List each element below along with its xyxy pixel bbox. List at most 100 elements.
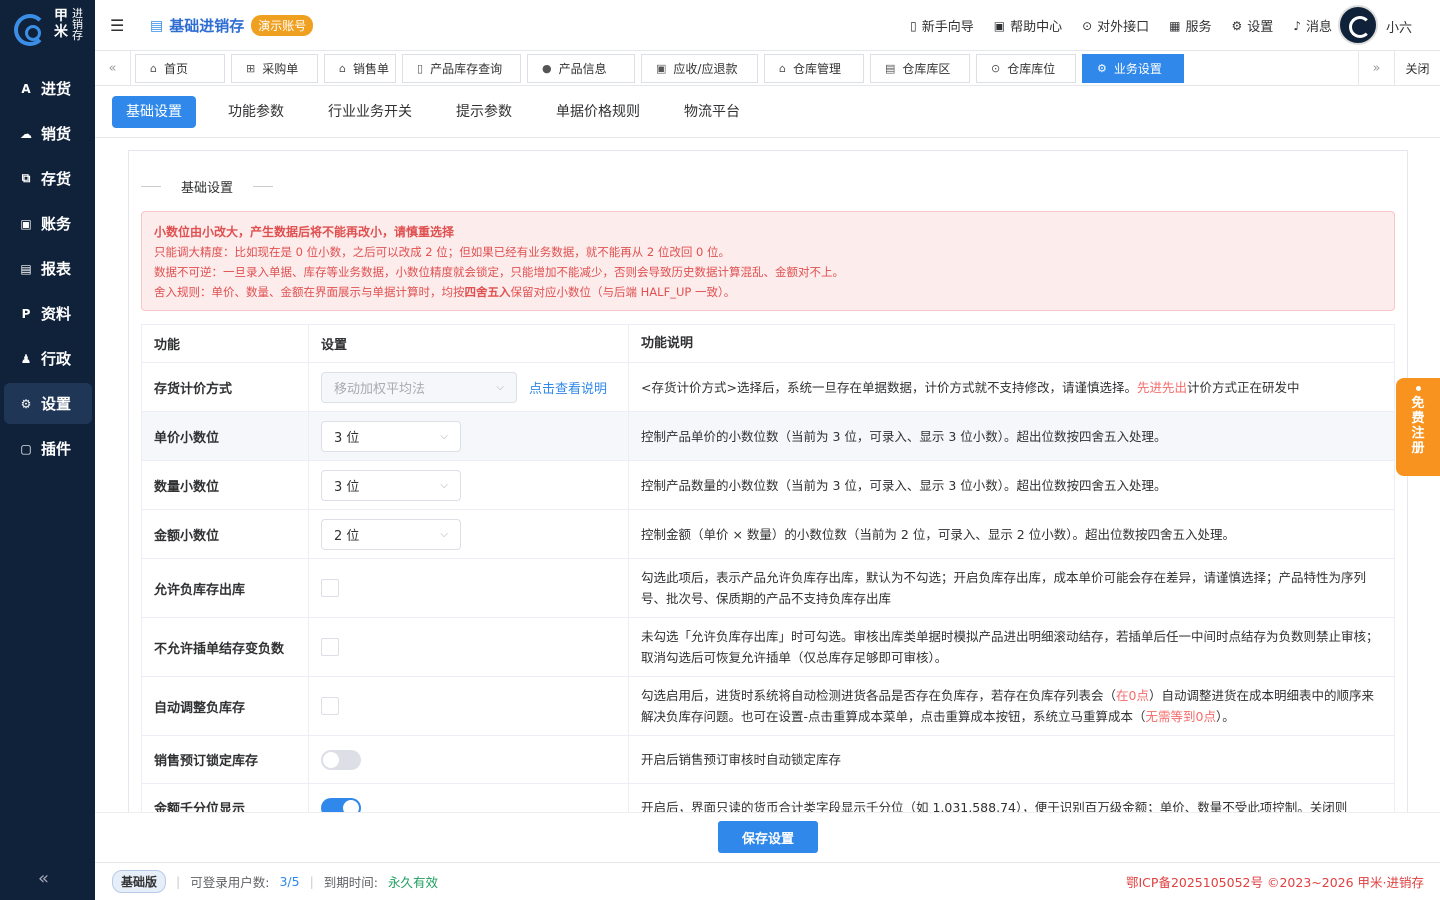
sidebar-item[interactable]: A 进货 (4, 68, 92, 109)
plan-badge: 基础版 (112, 870, 167, 893)
free-register-label: 免费注册 (1411, 396, 1425, 456)
table-row: 不允许插单结存变负数 未勾选「允许负库存出库」时可勾选。审核出库类单据时模拟产品… (142, 618, 1394, 677)
row-label: 允许负库存出库 (142, 559, 309, 617)
table-row: 存货计价方式 移动加权平均法 ⌵ 点击查看说明 <存货计价方式>选择后，系统一旦存… (142, 363, 1394, 412)
page-tab[interactable]: ⊙ 仓库库位 (976, 54, 1076, 83)
username[interactable]: 小六 (1386, 17, 1412, 36)
report-icon: ▤ (20, 261, 32, 276)
header-link[interactable]: ⚙ 设置 (1232, 16, 1274, 36)
row-description: 开启后，界面只读的货币合计类字段显示千分位（如 1,031,588.74），便于… (641, 800, 1348, 812)
menu-toggle-icon[interactable]: ☰ (110, 16, 124, 35)
pricing-method-select[interactable]: 移动加权平均法 ⌵ (321, 371, 517, 403)
row-label: 不允许插单结存变负数 (142, 618, 309, 676)
row-label: 自动调整负库存 (142, 677, 309, 735)
user-avatar[interactable] (1338, 5, 1378, 45)
icp-link[interactable]: 鄂ICP备2025105052号 ©2023~2026 甲米·进销存 (1126, 872, 1424, 891)
logo-subtitle: 进销存 (72, 7, 83, 42)
unit-price-decimals-select[interactable]: 3 位 ⌵ (321, 420, 461, 452)
column-header: 设置 (309, 325, 629, 362)
expire-value: 永久有效 (388, 875, 439, 890)
auto-adjust-negative-checkbox[interactable] (321, 697, 339, 715)
quantity-decimals-select[interactable]: 3 位 ⌵ (321, 469, 461, 501)
tab-icon: ⚙ (1097, 62, 1107, 75)
header-link-label: 消息 (1305, 20, 1332, 35)
tab-icon: ▣ (656, 62, 667, 75)
header-link[interactable]: ▯ 新手向导 (910, 16, 974, 36)
sidebar-nav: A 进货 ☁ 销货 ⧉ 存货 ▣ 账务 ▤ 报表 P 资料 ♟ 行政 ⚙ 设置 ▢ 插件 (4, 68, 92, 473)
sidebar-item[interactable]: ☁ 销货 (4, 113, 92, 154)
row-description: 未勾选「允许负库存出库」时可勾选。审核出库类单据时模拟产品进出明细滚动结存，若插… (641, 629, 1379, 665)
sidebar-item[interactable]: ⧉ 存货 (4, 158, 92, 199)
header-links: ▯ 新手向导 ▣ 帮助中心 ⊙ 对外接口 ▦ 服务 ⚙ 设置 ♪ 消息 (890, 16, 1332, 36)
sidebar-item-label: 设置 (41, 395, 72, 413)
header-link[interactable]: ♪ 消息 (1293, 16, 1332, 36)
logo-brand: 甲米 (54, 8, 68, 40)
decimal-warning-alert: 小数位由小改大，产生数据后将不能再改小，请慎重选择 只能调大精度：比如现在是 0… (141, 211, 1395, 311)
row-description: 勾选此项后，表示产品允许负库存出库，默认为不勾选；开启负库存出库，成本单价可能会… (641, 570, 1367, 606)
collapse-sidebar-icon[interactable]: « (38, 868, 49, 889)
settings-subtab[interactable]: 基础设置 (112, 96, 196, 128)
sidebar-item[interactable]: ⚙ 设置 (4, 383, 92, 424)
sales-icon: ☁ (20, 126, 32, 141)
data-icon: P (21, 306, 31, 321)
row-description: 开启后销售预订审核时自动锁定库存 (641, 752, 842, 767)
page-tab-label: 采购单 (262, 62, 299, 76)
guide-icon: ▯ (910, 18, 917, 33)
page-tab[interactable]: ⌂ 销售单 (324, 54, 396, 83)
sidebar-item[interactable]: ▤ 报表 (4, 248, 92, 289)
tab-icon: ● (542, 62, 552, 75)
app-title-text: 基础进销存 (169, 17, 245, 35)
sidebar-item[interactable]: ▣ 账务 (4, 203, 92, 244)
row-label: 销售预订锁定库存 (142, 736, 309, 783)
settings-subtab[interactable]: 提示参数 (442, 96, 526, 128)
forbid-negative-insert-checkbox[interactable] (321, 638, 339, 656)
settings-subtab[interactable]: 行业业务开关 (314, 96, 426, 128)
row-description: 勾选启用后，进货时系统将自动检测进货各品是否存在负库存，若存在负库存列表会（在0… (641, 688, 1374, 724)
page-tab[interactable]: ⌂ 仓库管理 (764, 54, 864, 83)
page-tab[interactable]: ▤ 仓库库区 (870, 54, 970, 83)
tab-icon: ⊞ (246, 62, 256, 75)
page-tab[interactable]: ▣ 应收/应退款 (641, 54, 758, 83)
row-label: 单价小数位 (142, 412, 309, 460)
header-link-label: 设置 (1247, 20, 1274, 35)
page-tab[interactable]: ▯ 产品库存查询 (402, 54, 521, 83)
tabs-scroll-right-icon[interactable]: » (1358, 51, 1394, 86)
tab-icon: ▤ (885, 62, 896, 75)
sidebar: 甲米 进销存 A 进货 ☁ 销货 ⧉ 存货 ▣ 账务 ▤ 报表 P 资料 ♟ 行政 ⚙ 设置 ▢ 插件 « (0, 0, 95, 900)
page-tab-label: 首页 (163, 62, 188, 76)
thousands-separator-switch[interactable] (321, 797, 361, 812)
sidebar-item[interactable]: P 资料 (4, 293, 92, 334)
bell-icon: ♪ (1293, 18, 1301, 33)
sidebar-item[interactable]: ▢ 插件 (4, 428, 92, 469)
header-link[interactable]: ▣ 帮助中心 (994, 16, 1062, 36)
tab-icon: ▯ (417, 62, 424, 75)
settings-subtab[interactable]: 功能参数 (214, 96, 298, 128)
save-settings-button[interactable]: 保存设置 (718, 821, 818, 853)
presale-lock-switch[interactable] (321, 749, 361, 770)
settings-subtab[interactable]: 单据价格规则 (542, 96, 654, 128)
header-link[interactable]: ⊙ 对外接口 (1082, 16, 1149, 36)
settings-subtab[interactable]: 物流平台 (670, 96, 754, 128)
page-tab[interactable]: ⊞ 采购单 (231, 54, 318, 83)
alert-line: 数据不可逆：一旦录入单据、库存等业务数据，小数位精度就会锁定，只能增加不能减少，… (154, 265, 844, 279)
page-tab[interactable]: ⌂ 首页 (135, 54, 225, 83)
tabs-scroll-left-icon[interactable]: « (95, 51, 131, 86)
top-header: ☰ ▤ 基础进销存 演示账号 ▯ 新手向导 ▣ 帮助中心 ⊙ 对外接口 ▦ 服务 ⚙ 设置 ♪ 消息 … (95, 0, 1440, 50)
amount-decimals-select[interactable]: 2 位 ⌵ (321, 518, 461, 550)
pricing-help-link[interactable]: 点击查看说明 (529, 378, 607, 397)
page-tab[interactable]: ⚙ 业务设置 (1082, 54, 1184, 83)
allow-negative-stock-checkbox[interactable] (321, 579, 339, 597)
close-tabs-button[interactable]: 关闭 (1394, 51, 1440, 86)
table-row: 金额小数位 2 位 ⌵ 控制金额（单价 × 数量）的小数位数（当前为 2 位，可录… (142, 510, 1394, 559)
settings-content: 基础设置 小数位由小改大，产生数据后将不能再改小，请慎重选择 只能调大精度：比如… (95, 138, 1440, 812)
app-logo[interactable]: 甲米 进销存 (10, 6, 90, 52)
free-register-button[interactable]: 免费注册 (1396, 378, 1440, 476)
row-label: 存货计价方式 (142, 363, 309, 411)
logo-icon (14, 14, 46, 46)
page-tab-label: 产品库存查询 (430, 62, 503, 76)
header-link[interactable]: ▦ 服务 (1169, 16, 1211, 36)
sidebar-item[interactable]: ♟ 行政 (4, 338, 92, 379)
settings-table: 功能 设置 功能说明 存货计价方式 移动加权平均法 ⌵ 点击查看说明 <存货计价方… (141, 324, 1395, 812)
settings-icon: ⚙ (20, 396, 32, 411)
page-tab[interactable]: ● 产品信息 (527, 54, 635, 83)
